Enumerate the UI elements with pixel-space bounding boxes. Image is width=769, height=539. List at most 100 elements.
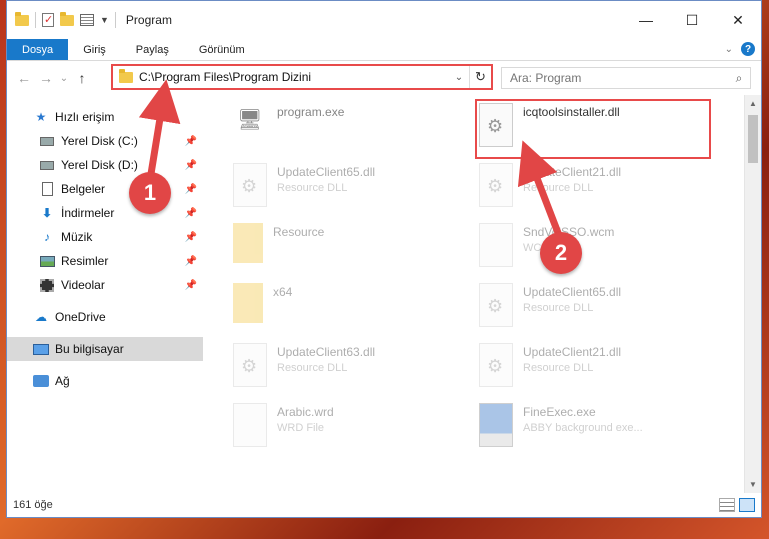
navigation-pane: ★ Hızlı erişim Yerel Disk (C:) 📌 Yerel D… — [7, 95, 203, 493]
sidebar-item-label: Ağ — [55, 374, 70, 388]
step-badge-1: 1 — [129, 172, 171, 214]
pin-icon[interactable]: 📌 — [185, 160, 197, 171]
file-type: Resource DLL — [523, 362, 594, 374]
sidebar-item-label: Hızlı erişim — [55, 110, 115, 124]
sidebar-item-label: Videolar — [61, 278, 105, 292]
search-box[interactable]: ⌕ — [501, 67, 751, 89]
file-item[interactable]: Resource — [233, 223, 473, 273]
sidebar-item-downloads[interactable]: ⬇ İndirmeler 📌 — [7, 201, 203, 225]
item-count: 161 öğe — [13, 499, 53, 511]
tab-share[interactable]: Paylaş — [121, 39, 184, 60]
file-item[interactable]: UpdateClient21.dll Resource DLL — [479, 163, 719, 213]
folder-icon — [15, 11, 29, 26]
customize-toolbar-chevron-icon[interactable]: ▼ — [100, 15, 109, 25]
file-name: program.exe — [277, 105, 345, 119]
drive-icon — [39, 158, 55, 172]
exe-icon — [479, 403, 513, 447]
back-arrow-icon[interactable]: ← — [13, 70, 35, 86]
sidebar-item-this-pc[interactable]: Bu bilgisayar — [7, 337, 203, 361]
folder-icon — [119, 68, 133, 83]
pin-icon[interactable]: 📌 — [185, 280, 197, 291]
details-view-icon[interactable] — [719, 498, 735, 512]
file-type: Resource DLL — [277, 362, 348, 374]
pin-icon[interactable]: 📌 — [185, 136, 197, 147]
sidebar-item-local-disk-c[interactable]: Yerel Disk (C:) 📌 — [7, 129, 203, 153]
new-folder-icon[interactable] — [60, 11, 74, 26]
file-name: FineExec.exe — [523, 405, 596, 419]
scrollbar-thumb[interactable] — [748, 115, 758, 163]
expand-ribbon-chevron-icon[interactable]: ⌄ — [725, 44, 733, 55]
cloud-icon: ☁ — [35, 310, 47, 324]
address-path[interactable]: C:\Program Files\Program Dizini — [139, 70, 449, 84]
vertical-scrollbar[interactable]: ▲ ▼ — [744, 95, 761, 493]
dll-icon — [479, 343, 513, 387]
ribbon-right: ⌄ ? — [725, 42, 755, 56]
file-name: UpdateClient21.dll — [523, 345, 622, 359]
sidebar-item-network[interactable]: Ağ — [7, 369, 203, 393]
minimize-button[interactable]: — — [623, 1, 669, 39]
main-area: ★ Hızlı erişim Yerel Disk (C:) 📌 Yerel D… — [7, 95, 761, 493]
search-icon[interactable]: ⌕ — [728, 71, 750, 86]
file-type: WRD File — [277, 422, 325, 434]
dll-icon — [479, 283, 513, 327]
scroll-down-arrow-icon[interactable]: ▼ — [745, 476, 761, 493]
file-type: Resource DLL — [523, 302, 594, 314]
up-arrow-icon[interactable]: ↑ — [71, 70, 93, 86]
file-item[interactable]: UpdateClient63.dll Resource DLL — [233, 343, 473, 393]
tab-file[interactable]: Dosya — [7, 39, 69, 60]
help-icon[interactable]: ? — [741, 42, 755, 56]
dll-icon — [233, 343, 267, 387]
file-item[interactable]: program.exe — [233, 103, 473, 153]
address-dropdown-chevron-icon[interactable]: ⌄ — [449, 72, 469, 83]
file-item[interactable]: UpdateClient65.dll Resource DLL — [479, 283, 719, 333]
file-name: x64 — [273, 285, 293, 299]
file-name: UpdateClient65.dll — [523, 285, 622, 299]
tab-view[interactable]: Görünüm — [184, 39, 260, 60]
divider — [114, 12, 116, 28]
music-icon: ♪ — [44, 230, 50, 244]
properties-icon[interactable] — [80, 14, 94, 26]
videos-icon — [39, 278, 55, 292]
file-name: Arabic.wrd — [277, 405, 334, 419]
sidebar-item-videos[interactable]: Videolar 📌 — [7, 273, 203, 297]
sidebar-item-quick-access[interactable]: ★ Hızlı erişim — [7, 105, 203, 129]
tab-home[interactable]: Giriş — [68, 39, 121, 60]
search-input[interactable] — [510, 71, 728, 85]
file-item[interactable]: FineExec.exe ABBY background exe... — [479, 403, 719, 453]
close-button[interactable]: ✕ — [715, 1, 761, 39]
quick-access-toolbar: ▼ — [7, 11, 116, 28]
step-badge-2: 2 — [540, 232, 582, 274]
pin-icon[interactable]: 📌 — [185, 256, 197, 267]
file-item[interactable]: UpdateClient65.dll Resource DLL — [233, 163, 473, 213]
forward-arrow-icon[interactable]: → — [35, 70, 57, 86]
file-item[interactable]: SndVolSSO.wcm WCM File — [479, 223, 719, 273]
sidebar-item-label: Resimler — [61, 254, 109, 268]
pin-icon[interactable]: 📌 — [185, 208, 197, 219]
sidebar-item-local-disk-d[interactable]: Yerel Disk (D:) 📌 — [7, 153, 203, 177]
pin-icon[interactable]: 📌 — [185, 184, 197, 195]
maximize-button[interactable]: ☐ — [669, 1, 715, 39]
file-item[interactable]: x64 — [233, 283, 473, 333]
sidebar-item-label: İndirmeler — [61, 206, 115, 220]
sidebar-item-label: Belgeler — [61, 182, 106, 196]
recent-chevron-icon[interactable]: ⌄ — [57, 73, 71, 84]
tiles-view-icon[interactable] — [739, 498, 755, 512]
downloads-icon: ⬇ — [41, 206, 53, 220]
properties-check-icon[interactable] — [42, 13, 54, 27]
file-item[interactable]: Arabic.wrd WRD File — [233, 403, 473, 453]
sidebar-item-pictures[interactable]: Resimler 📌 — [7, 249, 203, 273]
file-item[interactable]: UpdateClient21.dll Resource DLL — [479, 343, 719, 393]
refresh-icon[interactable]: ↻ — [469, 66, 491, 88]
address-bar[interactable]: C:\Program Files\Program Dizini ⌄ ↻ — [111, 64, 493, 90]
pin-icon[interactable]: 📌 — [185, 232, 197, 243]
file-type: Resource DLL — [523, 182, 594, 194]
file-name: UpdateClient63.dll — [277, 345, 376, 359]
file-list: program.exe icqtoolsinstaller.dll Update… — [203, 95, 761, 493]
sidebar-item-onedrive[interactable]: ☁ OneDrive — [7, 305, 203, 329]
scroll-up-arrow-icon[interactable]: ▲ — [745, 95, 761, 112]
sidebar-item-documents[interactable]: Belgeler 📌 — [7, 177, 203, 201]
explorer-window: ▼ Program — ☐ ✕ Dosya Giriş Paylaş Görün… — [6, 0, 762, 518]
file-name: UpdateClient65.dll — [277, 165, 376, 179]
file-name: UpdateClient21.dll — [523, 165, 622, 179]
sidebar-item-music[interactable]: ♪ Müzik 📌 — [7, 225, 203, 249]
